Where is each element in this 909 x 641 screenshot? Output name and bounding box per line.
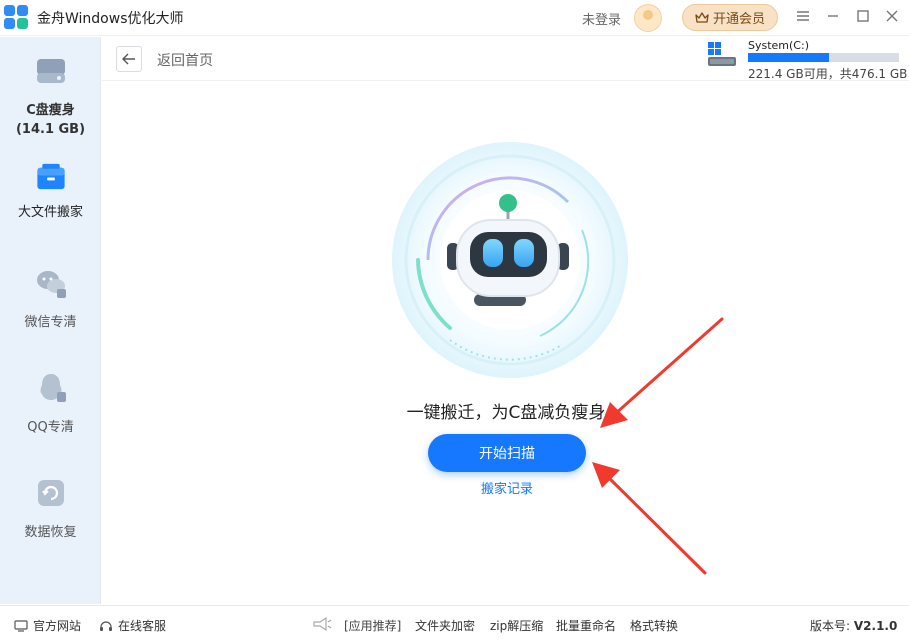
sidebar-item-label: 数据恢复 [24,525,77,540]
link-folder-encrypt[interactable]: 文件夹加密 [415,617,475,634]
back-button[interactable] [116,46,142,72]
disk-usage-bar [748,53,899,62]
recover-icon [37,480,64,506]
sidebar-item-recovery[interactable]: 数据恢复 [0,459,101,564]
app-window: 金舟Windows优化大师 未登录 开通会员 C盘瘦身 (14.1 GB) 大文… [0,0,909,641]
vip-button[interactable]: 开通会员 [682,4,778,31]
disk-icon [36,59,65,83]
sidebar-item-sub: (14.1 GB) [15,122,86,137]
online-service-link[interactable]: 在线客服 [99,617,166,634]
sidebar-item-wechat[interactable]: 微信专清 [0,249,101,354]
headset-icon [100,620,112,631]
sub-header: 返回首页 System(C:) 221.4 GB可用，共476.1 GB [102,37,909,81]
official-site-link[interactable]: 官方网站 [14,617,81,634]
crown-icon [695,11,709,23]
link-format-convert[interactable]: 格式转换 [630,617,678,634]
sidebar-item-label: QQ专清 [27,420,74,435]
app-recommend-label: [应用推荐] [344,619,402,633]
avatar[interactable] [634,4,662,32]
online-service-label: 在线客服 [118,619,167,633]
login-status[interactable]: 未登录 [582,9,621,28]
headline: 一键搬迁，为C盘减负瘦身 [406,403,606,423]
sidebar-item-large-file[interactable]: 大文件搬家 [0,142,101,222]
sidebar-item-label: 大文件搬家 [17,205,83,220]
qq-icon [40,374,66,402]
sidebar-item-qq[interactable]: QQ专清 [0,354,101,459]
link-zip-extract[interactable]: zip解压缩 [490,617,543,634]
version-info: 版本号: V2.1.0 [810,617,897,634]
app-title: 金舟Windows优化大师 [37,11,184,27]
arrow-left-icon [122,53,135,65]
official-site-label: 官方网站 [33,619,82,633]
monitor-icon [14,619,28,632]
sidebar-item-label: C盘瘦身 [26,103,75,118]
app-logo-icon [4,5,28,29]
wechat-icon [36,271,66,298]
box-icon [36,163,65,190]
version-label: 版本号: [810,619,851,633]
menu-icon[interactable] [793,7,813,27]
maximize-icon[interactable] [853,7,873,27]
disk-space-info: 221.4 GB可用，共476.1 GB [748,67,908,81]
vip-label: 开通会员 [712,12,765,27]
disk-name: System(C:) [748,39,809,52]
minimize-icon[interactable] [823,7,843,27]
sidebar-item-label: 微信专清 [24,315,77,330]
hard-drive-icon [708,42,736,66]
close-icon[interactable] [882,7,902,27]
sidebar-item-c-drive[interactable]: C盘瘦身 (14.1 GB) [0,37,101,142]
sidebar: C盘瘦身 (14.1 GB) 大文件搬家 微信专清 QQ专清 数据恢复 [0,37,101,604]
title-bar: 金舟Windows优化大师 未登录 开通会员 [0,0,909,36]
robot-illustration [392,142,628,378]
back-home-link[interactable]: 返回首页 [157,50,213,70]
start-scan-button[interactable]: 开始扫描 [428,434,586,472]
version-value: V2.1.0 [853,619,898,633]
link-batch-rename[interactable]: 批量重命名 [556,617,616,634]
status-bar: 官方网站 在线客服 [应用推荐] 文件夹加密 zip解压缩 批量重命名 格式转换… [0,605,909,641]
main-content: 一键搬迁，为C盘减负瘦身 开始扫描 搬家记录 [102,82,909,604]
move-record-link[interactable]: 搬家记录 [102,478,909,497]
megaphone-icon [313,616,332,632]
